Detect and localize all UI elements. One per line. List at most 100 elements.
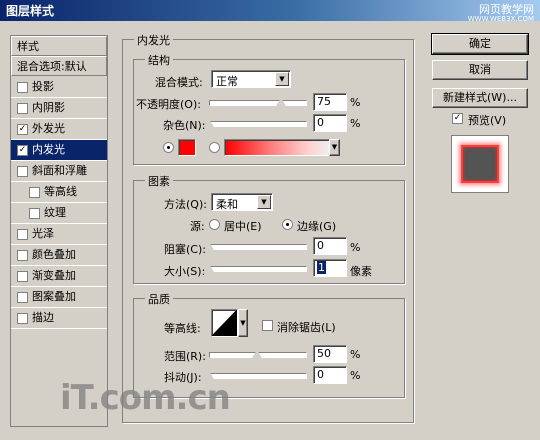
opacity-label: 不透明度(O): — [136, 98, 201, 111]
choke-input[interactable]: 0 — [313, 237, 347, 255]
contour-chevron-down-icon[interactable]: ▼ — [238, 309, 248, 337]
method-value: 柔和 — [216, 198, 238, 211]
choke-label: 阻塞(C): — [164, 243, 206, 256]
choke-slider-thumb[interactable] — [204, 242, 214, 250]
preview-label[interactable]: 预览(V) — [468, 112, 506, 128]
watermark-line2: WWW.WEB3X.COM — [467, 15, 534, 23]
blend-options-default[interactable]: 混合选项:默认 — [11, 56, 107, 76]
range-slider-thumb[interactable] — [252, 350, 262, 358]
blend-mode-label: 混合模式: — [155, 76, 203, 89]
chevron-down-icon: ▼ — [257, 195, 271, 209]
jitter-unit: % — [350, 369, 361, 382]
style-list-item[interactable]: 图案叠加 — [11, 287, 107, 307]
style-checkbox[interactable] — [17, 103, 28, 114]
gradient-swatch[interactable] — [224, 139, 330, 156]
antialias-checkbox[interactable] — [262, 320, 273, 331]
blend-mode-value: 正常 — [216, 75, 238, 88]
source-center-label[interactable]: 居中(E) — [224, 218, 262, 234]
source-label: 源: — [190, 220, 205, 233]
style-checkbox[interactable]: ✓ — [17, 145, 28, 156]
style-list-item-label: 渐变叠加 — [32, 269, 76, 282]
style-list-item-label: 纹理 — [44, 206, 66, 219]
preview-thumbnail — [451, 135, 509, 193]
size-label: 大小(S): — [164, 265, 206, 278]
gradient-chevron-down-icon[interactable]: ▼ — [329, 139, 340, 156]
solid-color-radio[interactable] — [163, 142, 174, 153]
chevron-down-icon: ▼ — [275, 72, 289, 86]
gradient-radio[interactable] — [209, 142, 220, 153]
opacity-slider-thumb[interactable] — [276, 98, 286, 106]
style-checkbox[interactable] — [17, 82, 28, 93]
source-edge-radio[interactable] — [282, 219, 293, 230]
watermark: 网页教学网 WWW.WEB3X.COM — [468, 4, 534, 24]
size-unit: 像素 — [350, 265, 372, 278]
style-list-item-label: 斜面和浮雕 — [32, 164, 87, 177]
elements-title: 图素 — [145, 173, 173, 189]
style-checkbox[interactable] — [17, 292, 28, 303]
size-slider-thumb[interactable] — [204, 264, 215, 272]
style-list-item[interactable]: ✓ 内发光 — [11, 140, 107, 160]
inner-glow-title: 内发光 — [134, 32, 173, 48]
style-checkbox[interactable] — [17, 250, 28, 261]
style-checkbox[interactable] — [17, 166, 28, 177]
contour-preview[interactable] — [211, 309, 238, 337]
style-list-header[interactable]: 样式 — [11, 36, 107, 56]
style-checkbox[interactable] — [29, 187, 40, 198]
style-list-item-label: 内发光 — [32, 143, 65, 156]
preview-swatch — [461, 145, 499, 183]
preview-checkbox[interactable]: ✓ — [452, 113, 463, 124]
style-list-item[interactable]: 纹理 — [11, 203, 107, 223]
glow-color-swatch[interactable] — [178, 139, 196, 156]
structure-title: 结构 — [145, 52, 173, 68]
window-title: 图层样式 — [6, 4, 55, 18]
style-checkbox[interactable] — [17, 271, 28, 282]
style-list-item[interactable]: 颜色叠加 — [11, 245, 107, 265]
style-list-item[interactable]: 渐变叠加 — [11, 266, 107, 286]
size-input[interactable]: 1 — [313, 259, 347, 277]
blend-mode-select[interactable]: 正常 ▼ — [211, 70, 291, 88]
new-style-button[interactable]: 新建样式(W)... — [432, 88, 528, 108]
style-list-item-label: 等高线 — [44, 185, 77, 198]
opacity-unit: % — [350, 96, 361, 109]
noise-unit: % — [350, 117, 361, 130]
method-select[interactable]: 柔和 ▼ — [211, 193, 273, 211]
footer-logo: iT.com.cn — [60, 378, 231, 418]
size-slider[interactable] — [209, 266, 307, 272]
noise-input[interactable]: 0 — [313, 114, 347, 132]
title-bar[interactable]: 图层样式 网页教学网 WWW.WEB3X.COM — [0, 0, 540, 24]
cancel-button[interactable]: 取消 — [432, 60, 528, 80]
range-label: 范围(R): — [164, 350, 206, 363]
style-list-item[interactable]: 描边 — [11, 308, 107, 328]
choke-unit: % — [350, 241, 361, 254]
style-list-item[interactable]: 斜面和浮雕 — [11, 161, 107, 181]
style-list-item-label: 内阴影 — [32, 101, 65, 114]
contour-linear-icon — [211, 309, 238, 337]
noise-slider-thumb[interactable] — [204, 119, 214, 127]
style-list-item-label: 光泽 — [32, 227, 54, 240]
opacity-input[interactable]: 75 — [313, 93, 347, 111]
antialias-label[interactable]: 消除锯齿(L) — [277, 319, 336, 335]
style-list-item-label: 投影 — [32, 80, 54, 93]
style-list-item[interactable]: 投影 — [11, 77, 107, 97]
source-edge-label[interactable]: 边缘(G) — [297, 218, 336, 234]
opacity-slider[interactable] — [209, 100, 307, 106]
style-checkbox[interactable] — [29, 208, 40, 219]
style-checkbox[interactable] — [17, 229, 28, 240]
style-list-item[interactable]: 内阴影 — [11, 98, 107, 118]
style-list-item[interactable]: ✓ 外发光 — [11, 119, 107, 139]
style-list: 样式 混合选项:默认 投影 内阴影 ✓ 外发光 ✓ 内发光 斜面和浮雕 等高线 纹理 光泽 颜色叠加… — [10, 35, 108, 427]
size-input-value: 1 — [317, 261, 326, 274]
style-checkbox[interactable] — [17, 313, 28, 324]
noise-slider[interactable] — [209, 121, 307, 127]
jitter-input[interactable]: 0 — [313, 366, 347, 384]
range-input[interactable]: 50 — [313, 345, 347, 363]
contour-label: 等高线: — [164, 322, 201, 335]
style-list-item[interactable]: 等高线 — [11, 182, 107, 202]
ok-button[interactable]: 确定 — [431, 33, 529, 55]
style-checkbox[interactable]: ✓ — [17, 124, 28, 135]
style-list-item-label: 颜色叠加 — [32, 248, 76, 261]
source-center-radio[interactable] — [209, 219, 220, 230]
quality-title: 品质 — [145, 291, 173, 307]
choke-slider[interactable] — [209, 244, 307, 250]
style-list-item[interactable]: 光泽 — [11, 224, 107, 244]
